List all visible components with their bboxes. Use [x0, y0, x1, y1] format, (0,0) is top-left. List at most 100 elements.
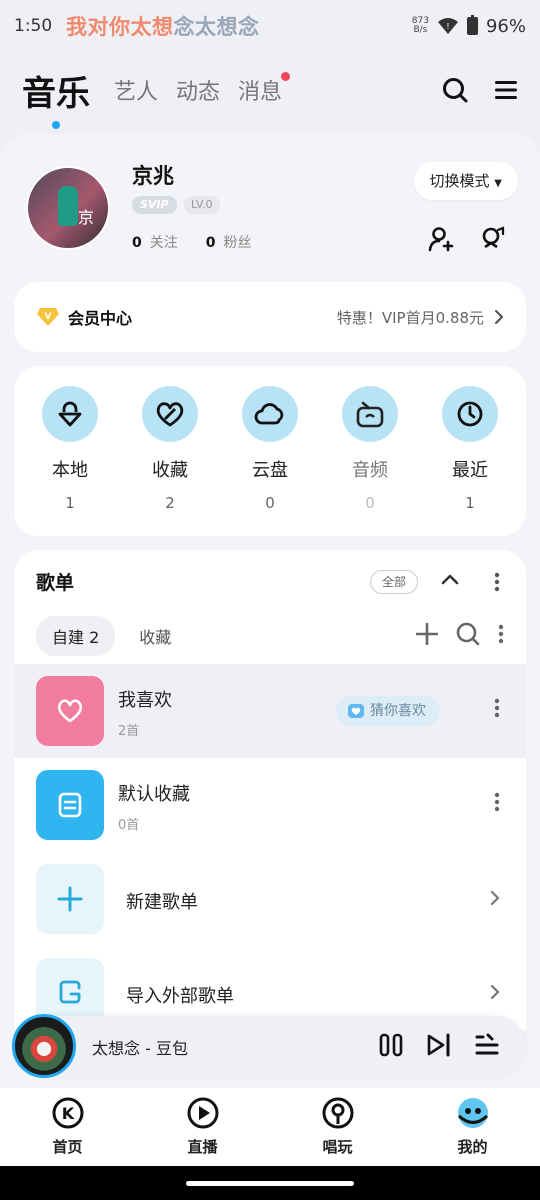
- quick-recent-count: 1: [465, 494, 475, 512]
- username[interactable]: 京兆: [132, 160, 174, 190]
- vip-promo[interactable]: 特惠！VIP首月0.88元: [337, 307, 504, 328]
- quick-cloud[interactable]: 云盘 0: [242, 386, 298, 536]
- pause-icon[interactable]: [378, 1032, 404, 1058]
- nav-home-label: 首页: [52, 1138, 83, 1156]
- playlist-row-default[interactable]: 默认收藏 0首: [14, 758, 526, 852]
- recognize-music-icon[interactable]: [480, 226, 506, 252]
- add-friend-icon[interactable]: [428, 226, 454, 252]
- nav-live-label: 直播: [187, 1138, 218, 1156]
- net-speed: 873 B/s: [412, 17, 429, 35]
- quick-favorites[interactable]: 收藏 2: [142, 386, 198, 536]
- battery-icon: [466, 15, 478, 35]
- nav-mine[interactable]: 我的: [428, 1088, 518, 1166]
- document-icon: [58, 792, 82, 818]
- playlists-all-button[interactable]: 全部: [369, 570, 418, 594]
- tab-feed[interactable]: 动态: [176, 74, 220, 106]
- quick-local[interactable]: 本地 1: [42, 386, 98, 536]
- player-controls: [378, 1032, 500, 1058]
- playlist-row-new[interactable]: 新建歌单: [14, 852, 526, 946]
- unread-dot: [281, 72, 291, 81]
- new-playlist-cover: [36, 864, 104, 934]
- cloud-drive-icon: [242, 386, 298, 442]
- nav-sing-label: 唱玩: [322, 1138, 353, 1156]
- playlist-search-icon[interactable]: [456, 622, 480, 646]
- quick-local-label: 本地: [52, 460, 88, 481]
- profile-actions: [428, 226, 506, 252]
- playlist-count: 2首: [118, 724, 140, 739]
- plus-icon[interactable]: [416, 623, 438, 645]
- battery-percent: 96%: [485, 15, 526, 37]
- quick-favorites-count: 2: [165, 494, 175, 512]
- now-playing-track[interactable]: 太想念 - 豆包: [92, 1035, 188, 1059]
- nav-home[interactable]: K 首页: [23, 1088, 113, 1166]
- lyric-highlight: 我对你太想: [66, 15, 174, 39]
- guess-you-like-label: 猜你喜欢: [370, 703, 426, 719]
- level-badge[interactable]: LV.0: [184, 196, 220, 214]
- tab-artists[interactable]: 艺人: [114, 74, 158, 106]
- plus-icon: [57, 886, 83, 912]
- tab-music[interactable]: 音乐: [22, 66, 90, 115]
- default-collection-cover: [36, 770, 104, 840]
- mini-player[interactable]: 太想念 - 豆包: [12, 1014, 526, 1078]
- tab-collected[interactable]: 收藏: [139, 624, 171, 648]
- lyric-rest: 念太想念: [173, 15, 260, 39]
- tab-messages-label: 消息: [238, 80, 283, 105]
- clock-icon: [442, 386, 498, 442]
- avatar[interactable]: 京: [26, 166, 110, 250]
- vip-diamond-icon: V: [37, 308, 59, 326]
- quick-access-card: 本地 1 收藏 2 云盘 0 音频 0 最近 1: [14, 366, 526, 536]
- quick-favorites-label: 收藏: [152, 460, 188, 481]
- chevron-right-icon: [490, 890, 500, 906]
- fans-stat[interactable]: 0 粉丝: [206, 232, 252, 252]
- vip-center-title: 会员中心: [68, 309, 133, 328]
- playlist-queue-icon[interactable]: [474, 1033, 500, 1057]
- menu-icon[interactable]: [494, 79, 518, 101]
- quick-recent[interactable]: 最近 1: [442, 386, 498, 536]
- more-vertical-icon[interactable]: [494, 572, 500, 592]
- quick-cloud-label: 云盘: [252, 460, 288, 481]
- chevron-right-icon: [494, 309, 504, 325]
- quick-audio[interactable]: 音频 0: [342, 386, 398, 536]
- status-lyric: 我对你太想念太想念: [66, 11, 260, 41]
- quick-recent-label: 最近: [452, 460, 488, 481]
- playlist-title: 默认收藏: [118, 784, 190, 805]
- profile-face-icon: [457, 1098, 488, 1128]
- more-vertical-icon[interactable]: [498, 624, 504, 644]
- caret-down-icon: ▼: [494, 178, 502, 189]
- svg-text:K: K: [61, 1104, 74, 1123]
- status-time: 1:50: [14, 16, 53, 36]
- guess-you-like-button[interactable]: 猜你喜欢: [336, 696, 440, 726]
- following-stat[interactable]: 0 关注: [132, 232, 178, 252]
- wifi-icon: !: [437, 18, 458, 34]
- search-icon[interactable]: [442, 77, 468, 103]
- home-k-icon: K: [52, 1097, 83, 1129]
- next-track-icon[interactable]: [426, 1032, 452, 1058]
- svg-text:!: !: [446, 22, 449, 31]
- following-label: 关注: [149, 235, 178, 251]
- svip-badge[interactable]: SVIP: [132, 196, 177, 214]
- vip-center-card[interactable]: V 会员中心 特惠！VIP首月0.88元: [14, 282, 526, 352]
- more-vertical-icon[interactable]: [494, 698, 500, 718]
- chevron-right-icon: [490, 984, 500, 1000]
- album-art[interactable]: [12, 1014, 76, 1078]
- tab-created[interactable]: 自建 2: [36, 616, 116, 656]
- playlist-row-liked[interactable]: 我喜欢 2首 猜你喜欢: [14, 664, 526, 758]
- fans-count: 0: [205, 235, 216, 251]
- net-speed-unit: B/s: [413, 25, 428, 35]
- playlist-count: 0首: [118, 818, 140, 833]
- switch-mode-button[interactable]: 切换模式 ▼: [413, 162, 518, 200]
- more-vertical-icon[interactable]: [494, 792, 500, 812]
- radio-icon: [342, 386, 398, 442]
- playlist-title: 新建歌单: [126, 892, 198, 913]
- tab-messages[interactable]: 消息: [238, 72, 291, 106]
- profile-section: 京 京兆 SVIP LV.0 0 关注 0 粉丝 切换模式 ▼: [26, 162, 526, 266]
- nav-sing[interactable]: 唱玩: [293, 1088, 383, 1166]
- gesture-handle[interactable]: [186, 1181, 354, 1186]
- nav-mine-label: 我的: [457, 1138, 488, 1156]
- live-play-icon: [187, 1097, 218, 1129]
- nav-live[interactable]: 直播: [158, 1088, 248, 1166]
- top-nav: 音乐 艺人 动态 消息: [0, 60, 540, 120]
- chevron-up-icon[interactable]: [440, 572, 460, 586]
- heart-icon: [57, 699, 83, 723]
- avatar-badge: 京: [77, 208, 94, 227]
